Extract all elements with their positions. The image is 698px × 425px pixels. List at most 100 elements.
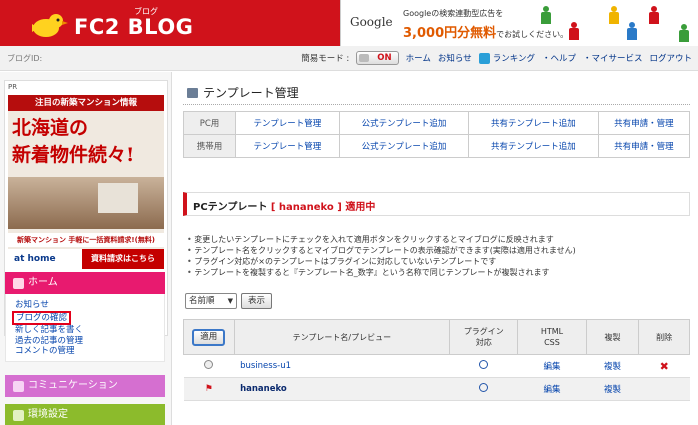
template-table: 適用 テンプレート名/プレビュー プラグイン 対応 HTML CSS 複製 削除 b… — [183, 319, 690, 401]
link-logout[interactable]: ログアウト — [649, 52, 692, 64]
pc-official-template-add[interactable]: 公式テンプレート追加 — [362, 119, 447, 129]
person-icon — [609, 6, 619, 24]
nav-link-manage-comments[interactable]: コメントの管理 — [15, 346, 160, 357]
mobile-template-manage[interactable]: テンプレート管理 — [254, 142, 322, 152]
apply-cell — [183, 354, 235, 378]
nav-link-new-post[interactable]: 新しく記事を書く — [15, 325, 160, 336]
link-myservice[interactable]: ・マイサービス — [583, 52, 643, 64]
logo-text: FC2 BLOG — [74, 15, 194, 39]
ad-line1: Googleの検索連動型広告を — [403, 9, 504, 18]
copy-cell: 複製 — [586, 377, 639, 401]
link-ranking[interactable]: ランキング — [493, 54, 535, 64]
ad-headline-1: 北海道の — [12, 117, 89, 139]
current-template-name: [ hananeko ] — [270, 202, 342, 213]
ad-request-button[interactable]: 資料請求はこちら — [82, 249, 164, 269]
athome-logo: at home — [14, 254, 56, 264]
note-item: テンプレート名をクリックするとマイブログでテンプレートの表示確認ができます(実際… — [187, 245, 692, 256]
nav-communication-header[interactable]: コミュニケーション — [5, 375, 165, 397]
nav-home-links: お知らせ ブログの確認 新しく記事を書く 過去の記事の管理 コメントの管理 — [5, 294, 165, 362]
sort-order-select[interactable]: 名前順 — [185, 293, 237, 309]
delete-cell — [638, 377, 690, 401]
link-news[interactable]: お知らせ — [438, 52, 472, 64]
template-table-header: 適用 テンプレート名/プレビュー プラグイン 対応 HTML CSS 複製 削除 — [183, 319, 690, 355]
sort-row: 名前順 表示 — [185, 293, 273, 309]
nav-cell: 公式テンプレート追加 — [338, 134, 470, 158]
plugin-supported-icon — [479, 360, 489, 369]
html-css-header: HTML CSS — [517, 319, 587, 355]
nav-link-blog-check[interactable]: ブログの確認 — [12, 310, 72, 325]
apply-radio[interactable] — [204, 360, 214, 369]
title-divider — [183, 104, 690, 105]
delete-header: 削除 — [638, 319, 690, 355]
pc-template-manage[interactable]: テンプレート管理 — [254, 119, 322, 129]
header: FC2 BLOG ブログ Google Googleの検索連動型広告を 3,00… — [0, 0, 698, 46]
nav-link-news[interactable]: お知らせ — [15, 300, 160, 311]
apply-button[interactable]: 適用 — [192, 328, 226, 346]
name-header: テンプレート名/プレビュー — [233, 319, 451, 355]
pr-label: PR — [8, 83, 18, 91]
name-cell: business-u1 — [234, 354, 450, 378]
link-home[interactable]: ホーム — [406, 52, 431, 64]
copy-header: 複製 — [585, 319, 640, 355]
template-nav-table: PC用 テンプレート管理 公式テンプレート追加 共有テンプレート追加 共有申請・… — [183, 111, 691, 158]
html-header-line1: HTML — [540, 327, 564, 336]
nav-cell: 共有申請・管理 — [597, 134, 691, 158]
plugin-cell — [449, 377, 518, 401]
communication-icon — [13, 380, 24, 392]
copy-link[interactable]: 複製 — [604, 362, 621, 372]
html-header-line2: CSS — [544, 338, 560, 347]
utility-bar: ブログID: 簡易モード : ON ホーム お知らせ ランキング ・ヘルプ ・マ… — [0, 46, 698, 71]
template-name-link[interactable]: business-u1 — [240, 361, 291, 371]
plugin-header-line1: プラグイン — [463, 327, 504, 336]
pc-shared-apply-manage[interactable]: 共有申請・管理 — [614, 119, 674, 129]
simple-mode-toggle[interactable]: ON — [356, 51, 399, 65]
apply-cell: ⚑ — [183, 377, 235, 401]
person-icon — [627, 22, 637, 40]
pc-shared-template-add[interactable]: 共有テンプレート追加 — [491, 119, 576, 129]
mobile-shared-template-add[interactable]: 共有テンプレート追加 — [491, 142, 576, 152]
edit-cell: 編集 — [517, 377, 587, 401]
utility-links: 簡易モード : ON ホーム お知らせ ランキング ・ヘルプ ・マイサービス ロ… — [301, 51, 692, 65]
logo-ruby: ブログ — [134, 7, 158, 16]
nav-home-header[interactable]: ホーム — [5, 272, 165, 294]
main-content: テンプレート管理 PC用 テンプレート管理 公式テンプレート追加 共有テンプレー… — [173, 72, 698, 425]
plugin-supported-icon — [479, 383, 489, 392]
plugin-header: プラグイン 対応 — [449, 319, 519, 355]
person-icon — [541, 6, 551, 24]
link-help[interactable]: ・ヘルプ — [542, 52, 576, 64]
nav-row-label: PC用 — [183, 111, 236, 135]
ranking-link-wrap[interactable]: ランキング — [478, 52, 535, 64]
home-icon — [13, 277, 24, 289]
delete-icon[interactable]: ✖ — [660, 360, 669, 373]
edit-link[interactable]: 編集 — [543, 362, 560, 372]
nav-cell: 公式テンプレート追加 — [338, 111, 470, 135]
nav-home-title: ホーム — [28, 277, 58, 288]
ad-amount: 3,000円分無料 — [403, 26, 497, 41]
ad-top-text: 注目の新築マンション情報 — [8, 95, 164, 111]
nav-row-label: 携帯用 — [183, 134, 236, 158]
copy-link[interactable]: 複製 — [604, 385, 621, 395]
nav-cell: 共有テンプレート追加 — [468, 111, 599, 135]
ad-photo — [8, 177, 164, 229]
current-template-text: PCテンプレート [ hananeko ] 適用中 — [193, 198, 375, 213]
nav-environment-header[interactable]: 環境設定 — [5, 404, 165, 425]
nav-row-mobile: 携帯用 テンプレート管理 公式テンプレート追加 共有テンプレート追加 共有申請・… — [183, 134, 691, 158]
ad-headline: 北海道の 新着物件続々! — [12, 115, 134, 169]
google-ad-banner[interactable]: Google Googleの検索連動型広告を 3,000円分無料でお試しください… — [340, 0, 698, 46]
nav-communication-title: コミュニケーション — [28, 380, 118, 391]
mobile-shared-apply-manage[interactable]: 共有申請・管理 — [614, 142, 674, 152]
simple-mode-value: ON — [377, 53, 392, 63]
nav-link-manage-posts[interactable]: 過去の記事の管理 — [15, 336, 160, 347]
template-notes: 変更したいテンプレートにチェックを入れて適用ボタンをクリックするとマイブログに反… — [187, 234, 692, 278]
ad-suffix: でお試しください。 — [496, 30, 569, 39]
page-title: テンプレート管理 — [187, 84, 299, 101]
mobile-official-template-add[interactable]: 公式テンプレート追加 — [362, 142, 447, 152]
simple-mode-label: 簡易モード : — [301, 54, 350, 64]
edit-link[interactable]: 編集 — [543, 385, 560, 395]
ad-bottom: at home 資料請求はこちら — [8, 249, 164, 269]
template-name-link[interactable]: hananeko — [240, 384, 287, 394]
note-item: 変更したいテンプレートにチェックを入れて適用ボタンをクリックするとマイブログに反… — [187, 234, 692, 245]
show-button[interactable]: 表示 — [241, 293, 273, 309]
fc2-blog-logo[interactable]: FC2 BLOG ブログ — [30, 6, 205, 42]
nav-environment-title: 環境設定 — [28, 409, 68, 420]
